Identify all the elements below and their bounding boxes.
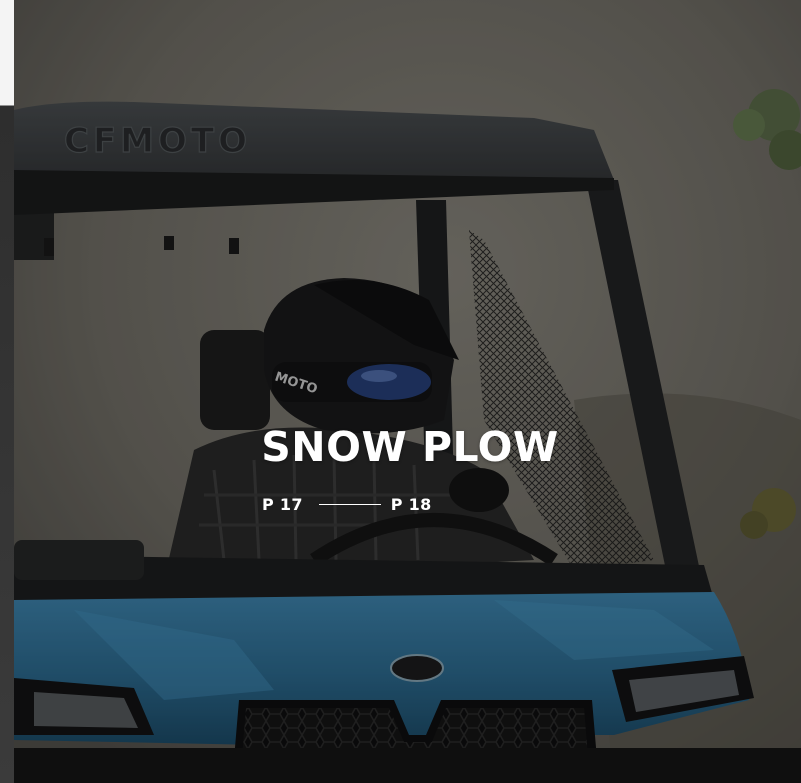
section-title: SNOW PLOW bbox=[261, 423, 559, 471]
page-start-label[interactable]: P 17 bbox=[262, 495, 303, 514]
page-end-label[interactable]: P 18 bbox=[391, 495, 432, 514]
page-edge-strip bbox=[0, 0, 14, 783]
section-header: SNOW PLOW bbox=[240, 422, 580, 472]
page-range: P 17 P 18 bbox=[262, 493, 432, 515]
dark-overlay bbox=[14, 0, 801, 783]
page-range-divider bbox=[318, 503, 381, 505]
catalog-page: CFMOTO MOTO SNOW PLOW P 17 P 18 bbox=[0, 0, 801, 783]
